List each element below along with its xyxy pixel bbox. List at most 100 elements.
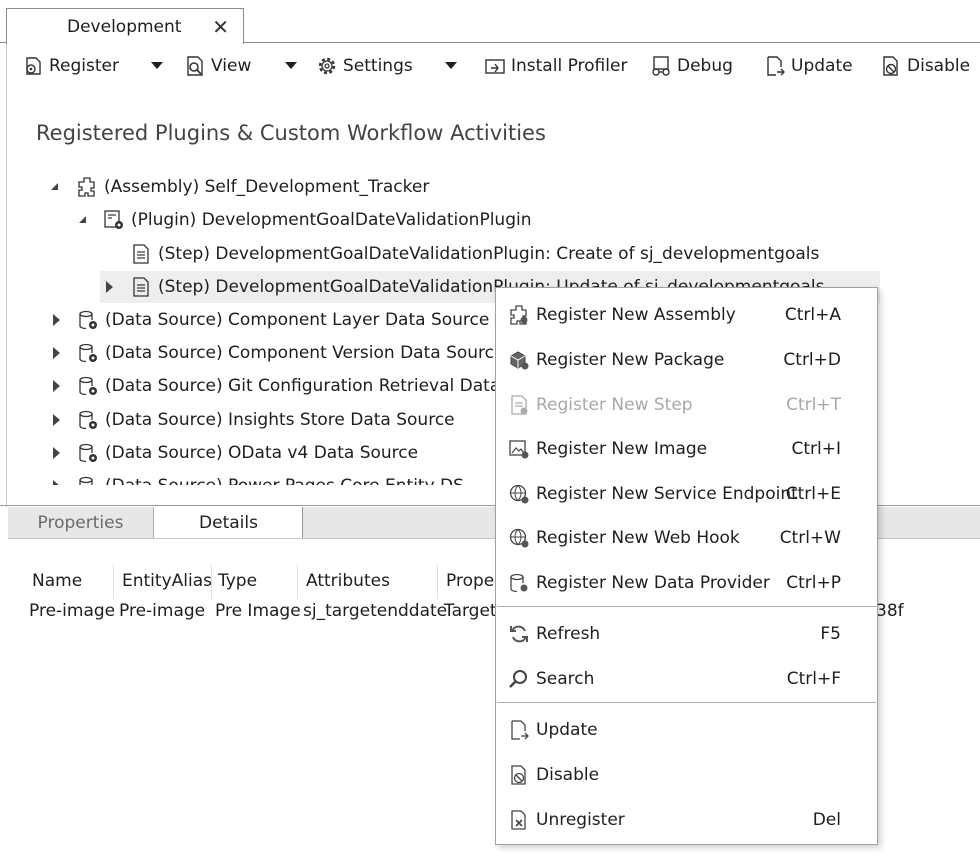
gear-icon <box>318 57 336 75</box>
register-package-icon <box>510 351 529 370</box>
step-icon <box>133 244 149 264</box>
menu-item-shortcut: Ctrl+I <box>791 439 841 459</box>
tab-details[interactable]: Details <box>155 507 303 539</box>
menu-item-label: Disable <box>536 765 600 785</box>
tree-node-label: (Data Source) Component Layer Data Sourc… <box>105 310 490 330</box>
assembly-icon <box>78 177 95 197</box>
register-image-icon <box>509 440 529 459</box>
data-source-icon <box>79 443 97 463</box>
menu-item-label: Register New Data Provider <box>536 573 770 593</box>
menu-item-register-new-assembly[interactable]: Register New Assembly Ctrl+A <box>496 295 877 335</box>
menu-item-shortcut: Ctrl+F <box>786 669 841 689</box>
page-title: Registered Plugins & Custom Workflow Act… <box>36 121 546 145</box>
tree-node-label: (Data Source) Power Pages Core Entity DS <box>105 476 464 485</box>
refresh-icon <box>510 625 528 643</box>
disable-button[interactable]: Disable <box>880 52 970 80</box>
menu-item-shortcut: Ctrl+D <box>783 350 841 370</box>
tree-node-step-create[interactable]: (Step) DevelopmentGoalDateValidationPlug… <box>130 238 970 270</box>
register-service-endpoint-icon <box>509 484 529 504</box>
register-web-hook-icon <box>509 528 529 548</box>
expand-arrow-icon[interactable] <box>53 380 60 392</box>
column-header-entity-alias[interactable]: EntityAlias <box>116 565 212 599</box>
menu-item-refresh[interactable]: Refresh F5 <box>496 614 877 654</box>
tab-properties[interactable]: Properties <box>8 507 154 539</box>
update-icon <box>511 720 529 740</box>
plugin-icon <box>104 210 123 229</box>
debug-button[interactable]: Debug <box>650 52 733 80</box>
register-icon <box>26 57 41 75</box>
cell-name: Pre-image <box>29 601 116 621</box>
menu-item-shortcut: Ctrl+W <box>779 528 841 548</box>
settings-label: Settings <box>343 56 413 76</box>
menu-item-label: Register New Step <box>536 395 693 415</box>
menu-item-register-new-data-provider[interactable]: Register New Data Provider Ctrl+P <box>496 563 877 603</box>
settings-button[interactable]: Settings <box>316 52 413 80</box>
tree-node-label: (Data Source) Component Version Data Sou… <box>105 343 505 363</box>
toolbar: Register View Settings Install Profiler … <box>18 52 980 82</box>
data-source-icon <box>79 410 97 430</box>
menu-item-shortcut: Ctrl+A <box>784 305 841 325</box>
menu-item-label: Update <box>536 720 598 740</box>
register-assembly-icon <box>510 305 528 325</box>
view-icon <box>187 56 203 76</box>
expand-arrow-icon[interactable] <box>53 447 60 459</box>
close-icon[interactable]: ✕ <box>212 15 229 39</box>
menu-item-shortcut: Del <box>812 810 841 830</box>
cell-trailing-value: 38f <box>876 601 904 621</box>
tree-node-assembly[interactable]: (Assembly) Self_Development_Tracker <box>48 171 948 203</box>
menu-item-disable[interactable]: Disable <box>496 755 877 795</box>
menu-item-label: Register New Assembly <box>536 305 736 325</box>
menu-item-label: Register New Image <box>536 439 708 459</box>
debug-label: Debug <box>677 56 733 76</box>
column-header-attributes[interactable]: Attributes <box>300 565 438 599</box>
expand-arrow-icon[interactable] <box>53 480 60 485</box>
tab-title: Development <box>67 17 182 37</box>
collapse-arrow-icon[interactable] <box>79 216 86 223</box>
expand-arrow-icon[interactable] <box>53 347 60 359</box>
menu-item-label: Unregister <box>536 810 625 830</box>
cell-properties: Target <box>444 601 497 621</box>
menu-item-register-new-package[interactable]: Register New Package Ctrl+D <box>496 340 877 380</box>
menu-item-register-new-web-hook[interactable]: Register New Web Hook Ctrl+W <box>496 518 877 558</box>
update-button[interactable]: Update <box>764 52 853 80</box>
disable-icon <box>883 56 898 76</box>
context-menu: Register New Assembly Ctrl+A Register Ne… <box>495 287 878 845</box>
menu-item-register-new-service-endpoint[interactable]: Register New Service Endpoint Ctrl+E <box>496 474 877 514</box>
column-header-name[interactable]: Name <box>26 565 114 599</box>
cell-type: Pre Image <box>215 601 301 621</box>
menu-item-update[interactable]: Update <box>496 710 877 750</box>
view-dropdown-arrow[interactable] <box>285 62 297 69</box>
register-label: Register <box>49 56 119 76</box>
tree-node-label: (Data Source) Insights Store Data Source <box>105 410 455 430</box>
tree-node-label: (Data Source) OData v4 Data Source <box>105 443 419 463</box>
menu-item-shortcut: Ctrl+T <box>786 395 841 415</box>
menu-item-unregister[interactable]: Unregister Del <box>496 800 877 840</box>
tree-node-plugin[interactable]: (Plugin) DevelopmentGoalDateValidationPl… <box>76 204 946 236</box>
expand-arrow-icon[interactable] <box>106 281 113 293</box>
settings-dropdown-arrow[interactable] <box>445 62 457 69</box>
collapse-arrow-icon[interactable] <box>51 183 58 190</box>
expand-arrow-icon[interactable] <box>53 414 60 426</box>
data-source-icon <box>79 476 93 485</box>
expand-arrow-icon[interactable] <box>53 314 60 326</box>
install-profiler-button[interactable]: Install Profiler <box>484 52 627 80</box>
menu-item-label: Register New Package <box>536 350 725 370</box>
menu-item-search[interactable]: Search Ctrl+F <box>496 659 877 699</box>
search-icon <box>509 670 527 688</box>
menu-item-register-new-step[interactable]: Register New Step Ctrl+T <box>496 385 877 425</box>
menu-item-register-new-image[interactable]: Register New Image Ctrl+I <box>496 429 877 469</box>
register-step-icon <box>511 395 528 415</box>
register-data-provider-icon <box>510 573 528 593</box>
menu-item-label: Register New Web Hook <box>536 528 740 548</box>
cell-entity-alias: Pre-image <box>119 601 206 621</box>
view-label: View <box>211 56 252 76</box>
register-dropdown-arrow[interactable] <box>151 62 163 69</box>
view-button[interactable]: View <box>184 52 251 80</box>
tab-development[interactable]: Development ✕ <box>6 8 244 44</box>
column-header-type[interactable]: Type <box>212 565 298 599</box>
update-icon <box>767 56 785 76</box>
register-button[interactable]: Register <box>22 52 119 80</box>
column-header-properties[interactable]: Proper <box>440 565 501 599</box>
step-icon <box>133 277 149 297</box>
data-source-icon <box>79 376 97 396</box>
